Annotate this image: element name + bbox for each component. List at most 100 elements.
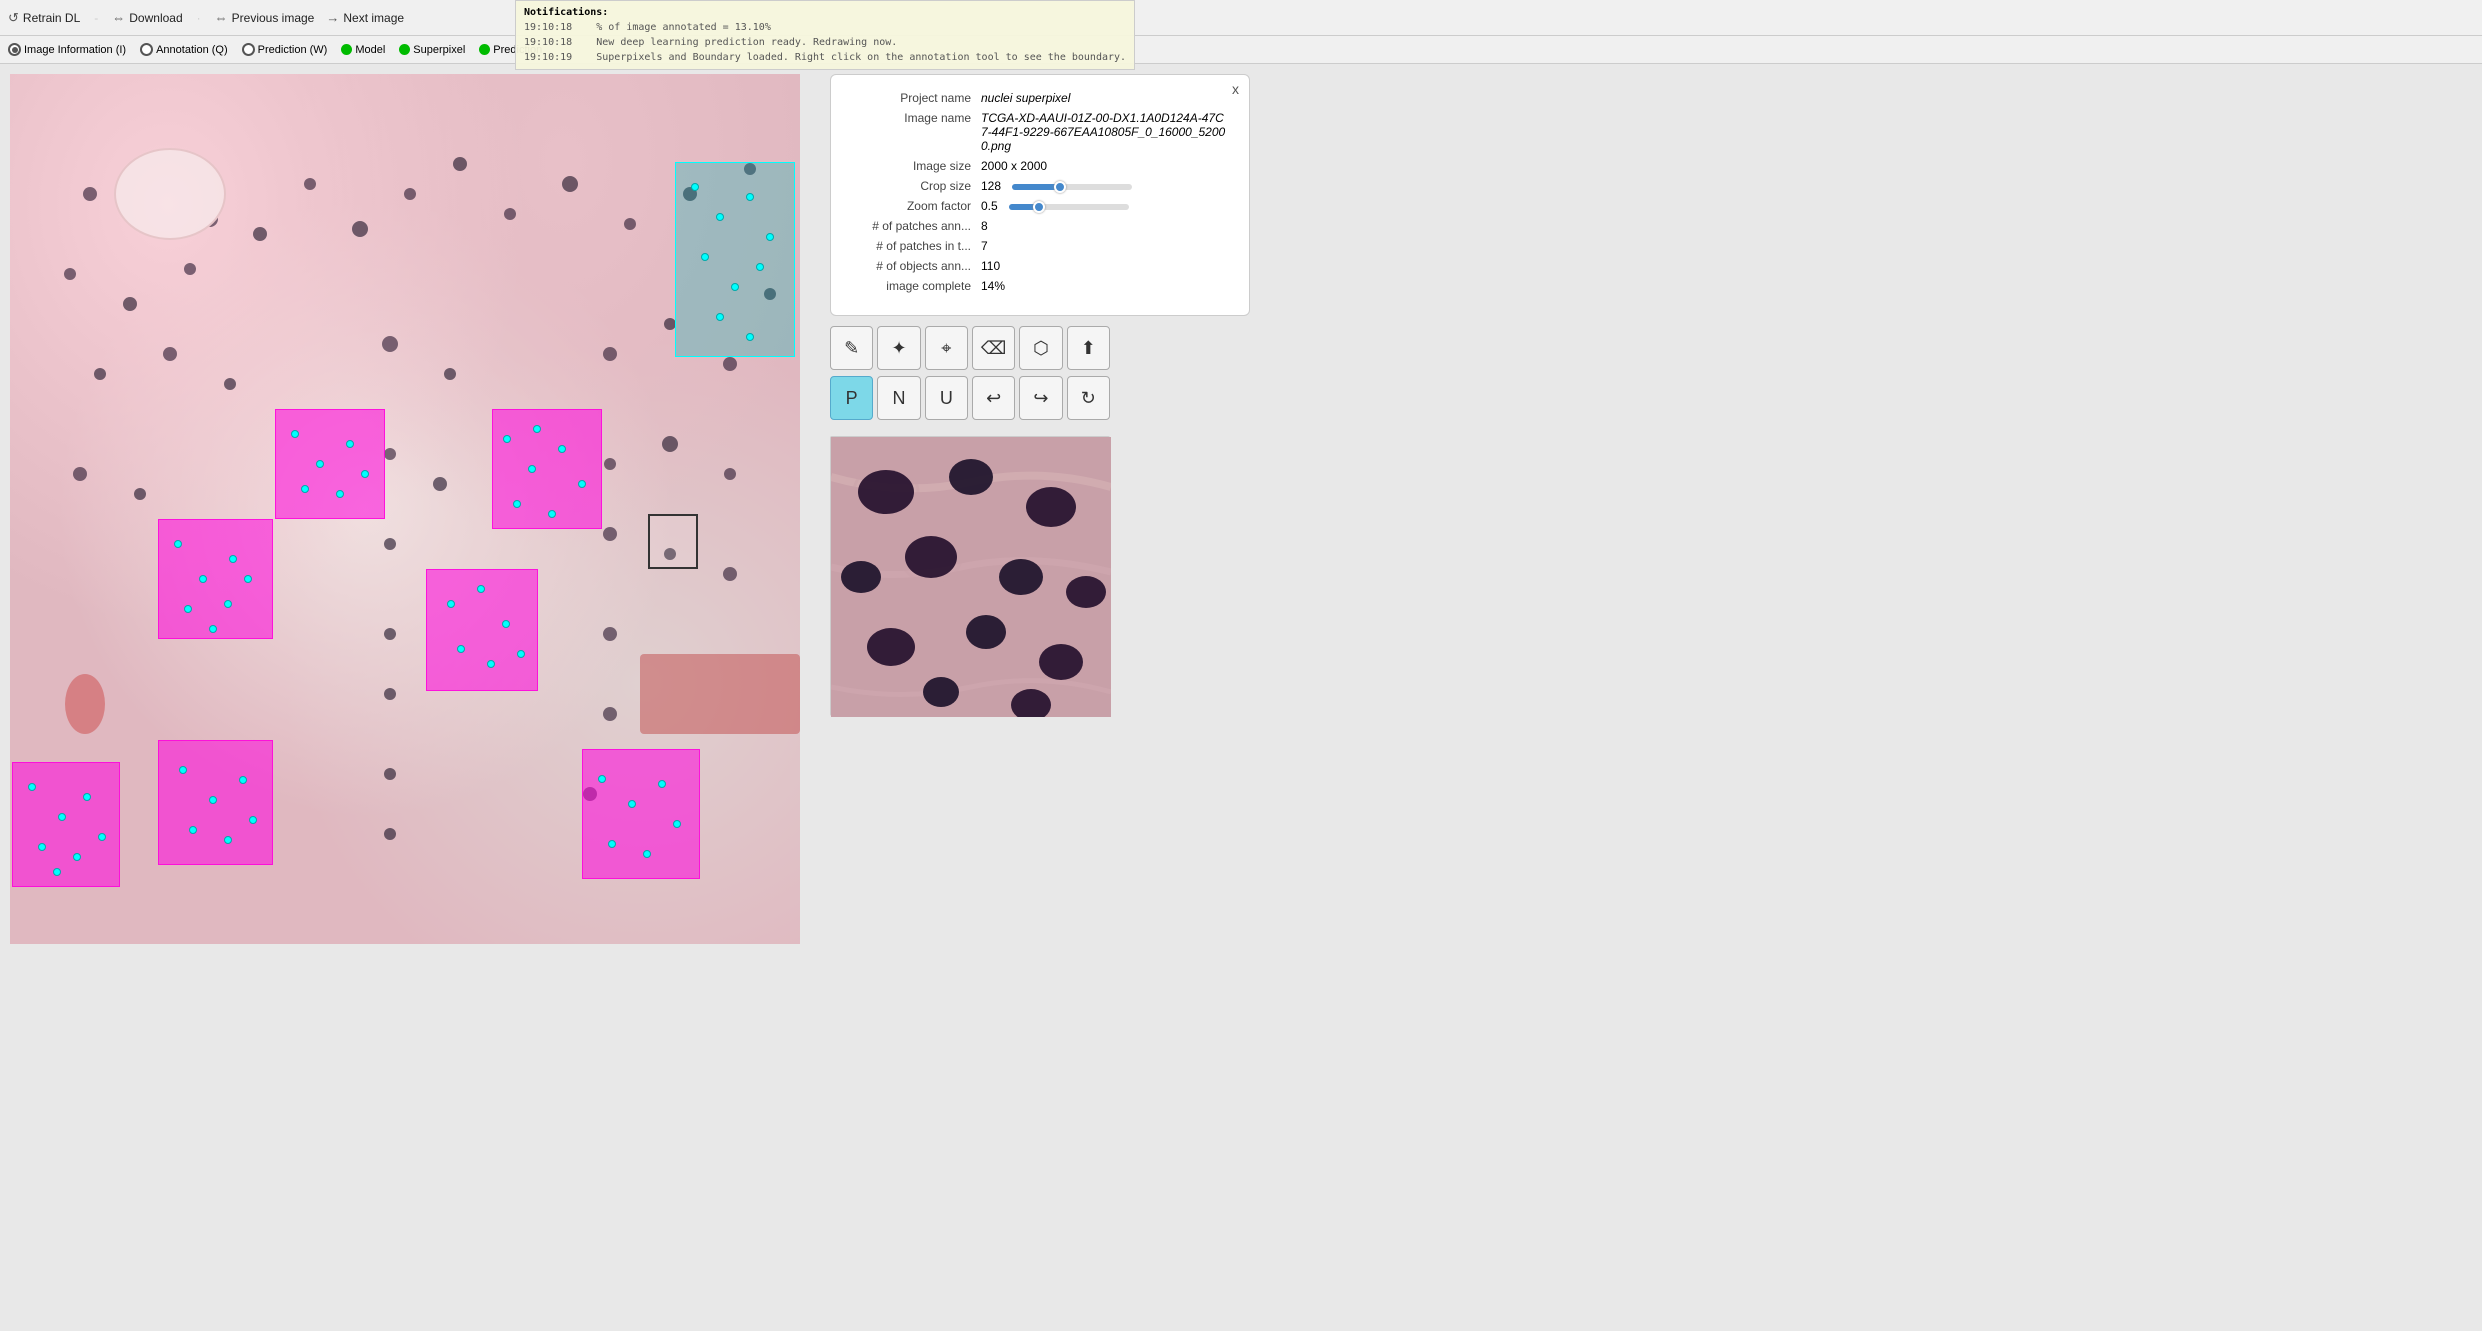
cyan-dot: [346, 440, 354, 448]
histology-image: [10, 74, 800, 944]
redo-button[interactable]: ↪: [1019, 376, 1062, 420]
notifications-panel: Notifications: 19:10:18 % of image annot…: [515, 0, 1135, 70]
model-radio[interactable]: Model: [341, 44, 385, 56]
cyan-dot: [746, 333, 754, 341]
negative-label-button[interactable]: N: [877, 376, 920, 420]
cyan-dot: [209, 796, 217, 804]
patches-t-label: # of patches in t...: [851, 239, 981, 253]
secondbar: Image Information (I) Annotation (Q) Pre…: [0, 36, 2482, 64]
image-size-label: Image size: [851, 159, 981, 173]
cyan-dot: [643, 850, 651, 858]
cyan-dot: [502, 620, 510, 628]
prediction2-green-dot: [479, 44, 490, 55]
pink-patch-6: [158, 740, 273, 865]
prediction-radio-icon: [242, 43, 255, 56]
cyan-dot: [98, 833, 106, 841]
pink-patch-2: [492, 409, 602, 529]
info-card-close[interactable]: x: [1232, 81, 1239, 97]
annotation-radio[interactable]: Annotation (Q): [140, 43, 228, 56]
superpixel-green-dot: [399, 44, 410, 55]
cyan-dot: [244, 575, 252, 583]
patches-ann-value: 8: [981, 219, 988, 233]
cyan-dot: [301, 485, 309, 493]
cyan-dot: [457, 645, 465, 653]
cyan-dot: [548, 510, 556, 518]
superpixel-radio[interactable]: Superpixel: [399, 44, 465, 56]
cyan-dot: [239, 776, 247, 784]
cyan-dot: [73, 853, 81, 861]
cyan-dot: [361, 470, 369, 478]
unlabeled-button[interactable]: U: [925, 376, 968, 420]
cyan-dot: [38, 843, 46, 851]
cyan-dot: [174, 540, 182, 548]
cyan-dot: [28, 783, 36, 791]
notifications-title: Notifications:: [524, 5, 1126, 20]
download-icon: ⇔: [112, 10, 125, 25]
cyan-dot: [83, 793, 91, 801]
prev-image-button[interactable]: ⇔ Previous image: [215, 10, 315, 25]
cyan-dot: [199, 575, 207, 583]
cyan-dot: [533, 425, 541, 433]
download-button[interactable]: ⇔ Download: [112, 10, 182, 25]
main-area: x Project name nuclei superpixel Image n…: [0, 64, 2482, 1331]
cyan-dot: [673, 820, 681, 828]
zoom-factor-row: Zoom factor 0.5: [851, 199, 1229, 213]
pencil-tool-button[interactable]: ✎: [830, 326, 873, 370]
eraser-tool-button[interactable]: ⌫: [972, 326, 1015, 370]
image-canvas[interactable]: [10, 74, 800, 944]
image-size-value: 2000 x 2000: [981, 159, 1047, 173]
cyan-dot: [628, 800, 636, 808]
next-icon: →: [326, 10, 339, 25]
patches-t-value: 7: [981, 239, 988, 253]
prediction-radio[interactable]: Prediction (W): [242, 43, 328, 56]
retrain-label: Retrain DL: [23, 11, 80, 25]
undo-button[interactable]: ↩: [972, 376, 1015, 420]
positive-label-button[interactable]: P: [830, 376, 873, 420]
tool-row-1: ✎ ✦ ⌖ ⌫ ⬡ ⬆: [830, 326, 1110, 370]
patches-ann-row: # of patches ann... 8: [851, 219, 1229, 233]
image-info-label: Image Information (I): [24, 44, 126, 56]
crop-size-value: 128: [981, 179, 1132, 193]
tool-panel: ✎ ✦ ⌖ ⌫ ⬡ ⬆ P N U ↩ ↪ ↻: [830, 326, 1110, 426]
notification-line-1: 19:10:18 % of image annotated = 13.10%: [524, 20, 1126, 35]
cyan-dot: [731, 283, 739, 291]
prev-image-label: Previous image: [232, 11, 315, 25]
cyan-dot: [249, 816, 257, 824]
image-complete-row: image complete 14%: [851, 279, 1229, 293]
cyan-dot: [578, 480, 586, 488]
teal-patch-topright: [675, 162, 795, 357]
objects-ann-value: 110: [981, 259, 1000, 273]
bucket-tool-button[interactable]: ⬡: [1019, 326, 1062, 370]
crop-slider-thumb: [1054, 181, 1066, 193]
topbar: ↺ Retrain DL - ⇔ Download · ⇔ Previous i…: [0, 0, 2482, 36]
lasso-tool-button[interactable]: ⌖: [925, 326, 968, 370]
zoom-slider-thumb: [1033, 201, 1045, 213]
pink-patch-1: [275, 409, 385, 519]
retrain-icon: ↺: [8, 10, 19, 26]
cyan-dot: [513, 500, 521, 508]
project-name-row: Project name nuclei superpixel: [851, 91, 1229, 105]
cyan-dot: [224, 836, 232, 844]
right-panel: x Project name nuclei superpixel Image n…: [810, 64, 2482, 1331]
magic-wand-tool-button[interactable]: ✦: [877, 326, 920, 370]
download-label: Download: [129, 11, 182, 25]
next-image-button[interactable]: → Next image: [326, 10, 404, 25]
cyan-dot: [658, 780, 666, 788]
crop-size-label: Crop size: [851, 179, 981, 193]
crop-slider[interactable]: [1012, 184, 1132, 190]
cyan-dot: [291, 430, 299, 438]
zoom-factor-value: 0.5: [981, 199, 1129, 213]
cyan-dot: [528, 465, 536, 473]
cyan-dot: [189, 826, 197, 834]
cyan-dot: [336, 490, 344, 498]
retrain-button[interactable]: ↺ Retrain DL: [8, 10, 80, 26]
objects-ann-row: # of objects ann... 110: [851, 259, 1229, 273]
zoom-slider[interactable]: [1009, 204, 1129, 210]
model-label: Model: [355, 44, 385, 56]
superpixel-label: Superpixel: [413, 44, 465, 56]
prev-icon: ⇔: [215, 10, 228, 25]
refresh-button[interactable]: ↻: [1067, 376, 1110, 420]
image-info-radio[interactable]: Image Information (I): [8, 43, 126, 56]
upload-tool-button[interactable]: ⬆: [1067, 326, 1110, 370]
image-name-row: Image name TCGA-XD-AAUI-01Z-00-DX1.1A0D1…: [851, 111, 1229, 153]
